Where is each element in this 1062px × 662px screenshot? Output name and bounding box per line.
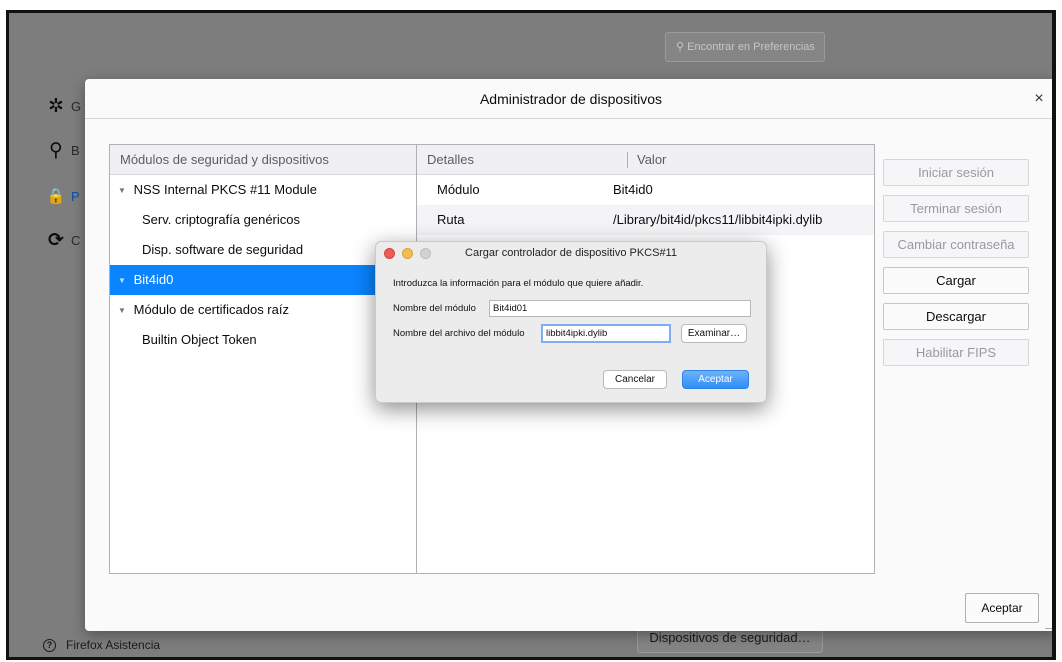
sidebar-item-label: G <box>71 98 81 114</box>
screenshot-frame: ⚲ Encontrar en Preferencias ✲ G ⚲ B 🔒 P … <box>6 10 1056 660</box>
tree-item-generic-crypto[interactable]: Serv. criptografía genéricos <box>110 205 416 235</box>
firefox-help-link[interactable]: ? Firefox Asistencia <box>43 638 160 652</box>
accept-button[interactable]: Aceptar <box>965 593 1039 623</box>
module-file-input[interactable] <box>541 324 671 343</box>
logout-button[interactable]: Terminar sesión <box>883 195 1029 222</box>
minimize-window-icon[interactable] <box>402 248 413 259</box>
tree-item-builtin-token[interactable]: Builtin Object Token <box>110 325 416 355</box>
help-icon: ? <box>43 638 56 652</box>
details-value: /Library/bit4id/pkcs11/libbit4ipki.dylib <box>613 212 823 227</box>
browse-button[interactable]: Examinar… <box>681 324 747 343</box>
twisty-down-icon[interactable]: ▼ <box>114 176 130 206</box>
tree-item-label: Builtin Object Token <box>142 332 257 347</box>
column-divider <box>627 152 628 168</box>
load-button[interactable]: Cargar <box>883 267 1029 294</box>
details-row: Ruta /Library/bit4id/pkcs11/libbit4ipki.… <box>417 205 874 235</box>
tree-item-root-certs[interactable]: ▼ Módulo de certificados raíz <box>110 295 416 325</box>
sidebar-item-general[interactable]: ✲ G <box>47 93 87 119</box>
value-column-header: Valor <box>637 152 667 167</box>
preferences-search-input[interactable]: ⚲ Encontrar en Preferencias <box>665 32 825 62</box>
modules-tree: Módulos de seguridad y dispositivos ▼ NS… <box>109 144 417 574</box>
dialog-body: Introduzca la información para el módulo… <box>376 264 766 403</box>
sidebar-item-privacy[interactable]: 🔒 P S <box>47 183 87 209</box>
tree-item-label: Disp. software de seguridad <box>142 242 304 257</box>
sync-icon: ⟳ <box>48 229 64 251</box>
search-icon: ⚲ <box>49 139 63 161</box>
search-icon: ⚲ <box>676 41 685 53</box>
details-header: Detalles Valor <box>417 145 874 175</box>
details-key: Módulo <box>437 182 480 197</box>
close-icon[interactable]: × <box>1029 79 1049 119</box>
tree-item-label: Serv. criptografía genéricos <box>142 212 300 227</box>
help-label: Firefox Asistencia <box>66 638 161 652</box>
twisty-down-icon[interactable]: ▼ <box>114 266 130 296</box>
gear-icon: ✲ <box>48 95 64 117</box>
accept-button[interactable]: Aceptar <box>682 370 749 389</box>
dialog-titlebar: Cargar controlador de dispositivo PKCS#1… <box>376 242 766 264</box>
tree-item-label: Módulo de certificados raíz <box>133 302 289 317</box>
resize-grip-icon[interactable] <box>1045 619 1052 629</box>
search-placeholder: Encontrar en Preferencias <box>687 41 815 53</box>
module-file-label: Nombre del archivo del módulo <box>393 328 525 339</box>
sidebar-item-search[interactable]: ⚲ B <box>47 137 87 163</box>
tree-item-label: Bit4id0 <box>133 272 174 287</box>
unload-button[interactable]: Descargar <box>883 303 1029 330</box>
sidebar-item-label: P S <box>71 188 81 204</box>
sidebar-item-label: B <box>71 142 80 158</box>
load-driver-dialog: Cargar controlador de dispositivo PKCS#1… <box>375 241 767 403</box>
close-window-icon[interactable] <box>384 248 395 259</box>
intro-text: Introduzca la información para el módulo… <box>393 278 644 289</box>
enable-fips-button[interactable]: Habilitar FIPS <box>883 339 1029 366</box>
action-buttons: Iniciar sesión Terminar sesión Cambiar c… <box>883 159 1031 375</box>
change-password-button[interactable]: Cambiar contraseña <box>883 231 1029 258</box>
login-button[interactable]: Iniciar sesión <box>883 159 1029 186</box>
sidebar-item-sync[interactable]: ⟳ C <box>47 227 87 253</box>
module-name-label: Nombre del módulo <box>393 303 476 314</box>
details-key: Ruta <box>437 212 465 227</box>
module-name-input[interactable] <box>489 300 751 317</box>
tree-item-bit4id0[interactable]: ▼ Bit4id0 <box>110 265 416 295</box>
tree-header: Módulos de seguridad y dispositivos <box>110 145 416 175</box>
zoom-window-icon <box>420 248 431 259</box>
tree-item-software-security[interactable]: Disp. software de seguridad <box>110 235 416 265</box>
dialog-title: Cargar controlador de dispositivo PKCS#1… <box>465 247 677 259</box>
lock-icon: 🔒 <box>46 188 66 205</box>
tree-item-label: NSS Internal PKCS #11 Module <box>133 182 317 197</box>
dialog-title: Administrador de dispositivos <box>85 79 1052 119</box>
sidebar-item-label: C <box>71 232 81 248</box>
details-value: Bit4id0 <box>613 182 653 197</box>
tree-item-nss-internal[interactable]: ▼ NSS Internal PKCS #11 Module <box>110 175 416 205</box>
cancel-button[interactable]: Cancelar <box>603 370 667 389</box>
details-row: Módulo Bit4id0 <box>417 175 874 205</box>
details-column-header: Detalles <box>427 152 474 167</box>
twisty-down-icon[interactable]: ▼ <box>114 296 130 326</box>
